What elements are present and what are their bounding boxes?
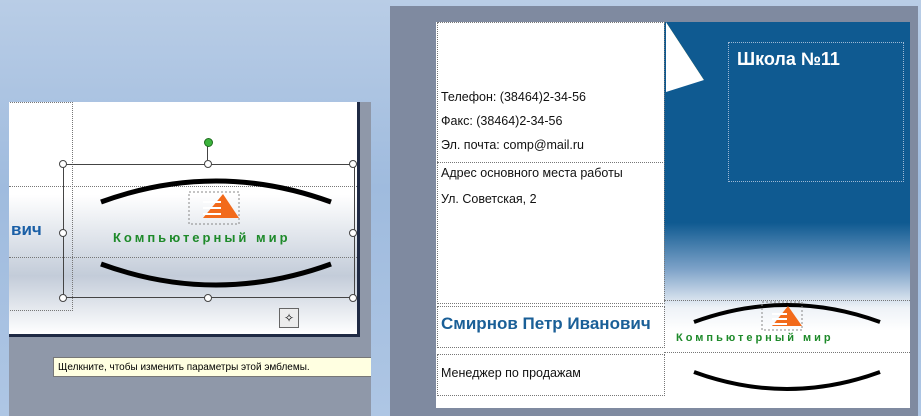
position-text: Менеджер по продажам — [441, 366, 581, 380]
email-text: Эл. почта: comp@mail.ru — [441, 138, 585, 152]
resize-handle[interactable] — [204, 294, 212, 302]
rotate-handle[interactable] — [204, 138, 213, 147]
person-name: Смирнов Петр Иванович — [441, 314, 651, 333]
school-title: Школа №11 — [737, 49, 840, 69]
contact-frame[interactable]: Телефон: (38464)2-34-56 Факс: (38464)2-3… — [437, 22, 665, 402]
resize-handle[interactable] — [349, 229, 357, 237]
phone-text: Телефон: (38464)2-34-56 — [441, 90, 586, 104]
guide-line — [664, 300, 910, 302]
address-label: Адрес основного места работы — [441, 166, 623, 180]
resize-handle[interactable] — [349, 160, 357, 168]
divider — [437, 162, 663, 164]
resize-handle[interactable] — [59, 294, 67, 302]
address-text: Ул. Советская, 2 — [441, 192, 537, 206]
school-frame[interactable]: Школа №11 — [728, 42, 904, 182]
guide-line — [664, 352, 910, 354]
resize-handle[interactable] — [59, 160, 67, 168]
name-fragment: вич — [11, 220, 42, 239]
card-logo[interactable]: Компьютерный мир — [664, 292, 910, 402]
logo-text: Компьютерный мир — [676, 332, 834, 344]
business-card: Школа №11 Телефон: (38464)2-34-56 Факс: … — [436, 22, 910, 408]
left-screenshot: вич Компьютерный мир ✧ Щелкните, чтобы и… — [9, 102, 371, 416]
tooltip: Щелкните, чтобы изменить параметры этой … — [53, 357, 371, 377]
fax-text: Факс: (38464)2-34-56 — [441, 114, 563, 128]
publication-canvas: вич Компьютерный мир ✧ — [9, 102, 360, 337]
resize-handle[interactable] — [59, 229, 67, 237]
right-screenshot: Школа №11 Телефон: (38464)2-34-56 Факс: … — [390, 6, 918, 416]
resize-handle[interactable] — [204, 160, 212, 168]
logo-arcs — [693, 301, 881, 391]
magic-wand-icon[interactable]: ✧ — [279, 308, 299, 328]
resize-handle[interactable] — [349, 294, 357, 302]
selection-frame — [63, 164, 355, 298]
page-fold-icon — [666, 22, 714, 92]
